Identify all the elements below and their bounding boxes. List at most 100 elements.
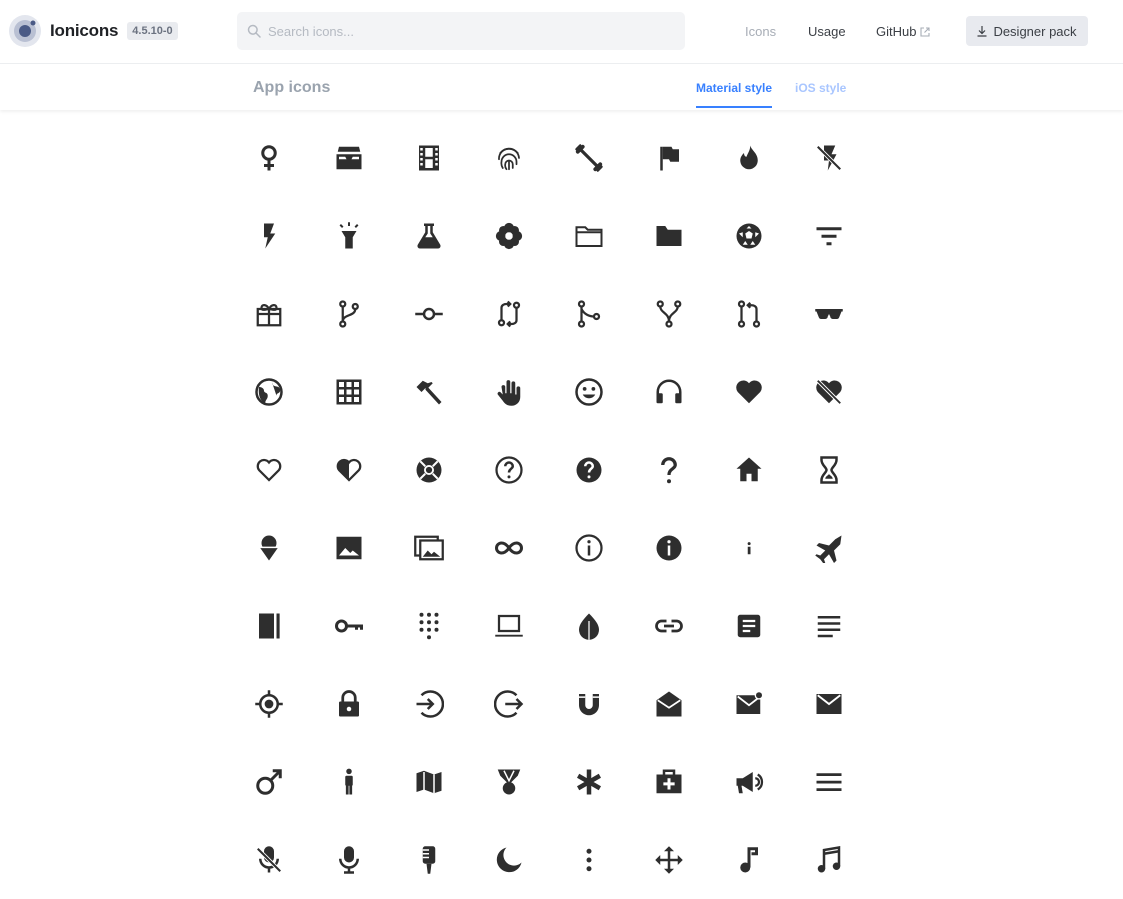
log-out-icon[interactable] xyxy=(469,665,549,743)
designer-pack-button[interactable]: Designer pack xyxy=(966,16,1088,46)
flash-icon[interactable] xyxy=(229,197,309,275)
journal-icon[interactable] xyxy=(229,587,309,665)
headset-icon[interactable] xyxy=(629,353,709,431)
grid-icon[interactable] xyxy=(309,353,389,431)
lock-icon[interactable] xyxy=(309,665,389,743)
external-link-icon xyxy=(920,26,931,37)
mic-off-icon[interactable] xyxy=(229,821,309,899)
git-network-icon[interactable] xyxy=(629,275,709,353)
nav-link-icons[interactable]: Icons xyxy=(745,24,776,39)
happy-icon[interactable] xyxy=(549,353,629,431)
map-icon[interactable] xyxy=(389,743,469,821)
nav-link-github[interactable]: GitHub xyxy=(876,24,931,39)
medkit-icon[interactable] xyxy=(629,743,709,821)
search-box[interactable] xyxy=(237,12,685,50)
man-icon[interactable] xyxy=(309,743,389,821)
folder-open-icon[interactable] xyxy=(549,197,629,275)
mail-open-icon[interactable] xyxy=(629,665,709,743)
microphone-icon[interactable] xyxy=(389,821,469,899)
leaf-icon[interactable] xyxy=(549,587,629,665)
flag-icon[interactable] xyxy=(629,119,709,197)
megaphone-icon[interactable] xyxy=(709,743,789,821)
help-buoy-icon[interactable] xyxy=(389,431,469,509)
git-pull-request-icon[interactable] xyxy=(709,275,789,353)
magnet-icon[interactable] xyxy=(549,665,629,743)
information-icon[interactable] xyxy=(709,509,789,587)
musical-note-icon[interactable] xyxy=(709,821,789,899)
mail-unread-icon[interactable] xyxy=(709,665,789,743)
keypad-icon[interactable] xyxy=(389,587,469,665)
log-in-icon[interactable] xyxy=(389,665,469,743)
git-commit-icon[interactable] xyxy=(389,275,469,353)
git-branch-icon[interactable] xyxy=(309,275,389,353)
list-box-icon[interactable] xyxy=(709,587,789,665)
images-icon[interactable] xyxy=(389,509,469,587)
football-icon[interactable] xyxy=(709,197,789,275)
section-header: App icons Material style iOS style xyxy=(0,64,1123,110)
globe-icon[interactable] xyxy=(229,353,309,431)
flower-icon[interactable] xyxy=(469,197,549,275)
medal-icon[interactable] xyxy=(469,743,549,821)
image-icon[interactable] xyxy=(309,509,389,587)
menu-icon[interactable] xyxy=(789,743,869,821)
medical-icon[interactable] xyxy=(549,743,629,821)
key-icon[interactable] xyxy=(309,587,389,665)
brand-name: Ionicons xyxy=(50,21,119,40)
tab-material-style[interactable]: Material style xyxy=(696,81,773,108)
male-icon[interactable] xyxy=(229,743,309,821)
nav-link-github-label: GitHub xyxy=(876,24,917,39)
musical-notes-icon[interactable] xyxy=(789,821,869,899)
funnel-icon[interactable] xyxy=(789,197,869,275)
tab-ios-style[interactable]: iOS style xyxy=(795,81,846,95)
more-icon[interactable] xyxy=(549,821,629,899)
search-input[interactable] xyxy=(268,23,668,39)
flash-off-icon[interactable] xyxy=(789,119,869,197)
version-badge: 4.5.10-0 xyxy=(127,22,178,40)
git-compare-icon[interactable] xyxy=(469,275,549,353)
help-icon[interactable] xyxy=(629,431,709,509)
hammer-icon[interactable] xyxy=(389,353,469,431)
finger-print-icon[interactable] xyxy=(469,119,549,197)
link-icon[interactable] xyxy=(629,587,709,665)
home-icon[interactable] xyxy=(709,431,789,509)
hand-icon[interactable] xyxy=(469,353,549,431)
nav-link-usage[interactable]: Usage xyxy=(808,24,846,39)
information-circle-icon[interactable] xyxy=(629,509,709,587)
top-navigation-bar: Ionicons 4.5.10-0 Icons Usage GitHub Des… xyxy=(0,0,1123,64)
move-icon[interactable] xyxy=(629,821,709,899)
heart-dislike-icon[interactable] xyxy=(789,353,869,431)
git-merge-icon[interactable] xyxy=(549,275,629,353)
ice-cream-icon[interactable] xyxy=(229,509,309,587)
gift-icon[interactable] xyxy=(229,275,309,353)
fitness-icon[interactable] xyxy=(549,119,629,197)
flame-icon[interactable] xyxy=(709,119,789,197)
designer-pack-label: Designer pack xyxy=(993,23,1077,39)
brand[interactable]: Ionicons 4.5.10-0 xyxy=(8,14,178,48)
information-circle-outline-icon[interactable] xyxy=(549,509,629,587)
heart-icon[interactable] xyxy=(709,353,789,431)
female-icon[interactable] xyxy=(229,119,309,197)
download-icon xyxy=(977,25,987,37)
laptop-icon[interactable] xyxy=(469,587,549,665)
list-icon[interactable] xyxy=(789,587,869,665)
infinite-icon[interactable] xyxy=(469,509,549,587)
section-title: App icons xyxy=(253,79,331,96)
mic-icon[interactable] xyxy=(309,821,389,899)
locate-icon[interactable] xyxy=(229,665,309,743)
folder-icon[interactable] xyxy=(629,197,709,275)
moon-icon[interactable] xyxy=(469,821,549,899)
jet-icon[interactable] xyxy=(789,509,869,587)
heart-half-icon[interactable] xyxy=(309,431,389,509)
help-circle-icon[interactable] xyxy=(549,431,629,509)
mail-icon[interactable] xyxy=(789,665,869,743)
filing-icon[interactable] xyxy=(309,119,389,197)
glasses-icon[interactable] xyxy=(789,275,869,353)
search-icon xyxy=(247,24,261,38)
help-circle-outline-icon[interactable] xyxy=(469,431,549,509)
flashlight-icon[interactable] xyxy=(309,197,389,275)
ionic-logo-icon xyxy=(9,15,41,47)
flask-icon[interactable] xyxy=(389,197,469,275)
heart-empty-icon[interactable] xyxy=(229,431,309,509)
hourglass-icon[interactable] xyxy=(789,431,869,509)
film-icon[interactable] xyxy=(389,119,469,197)
